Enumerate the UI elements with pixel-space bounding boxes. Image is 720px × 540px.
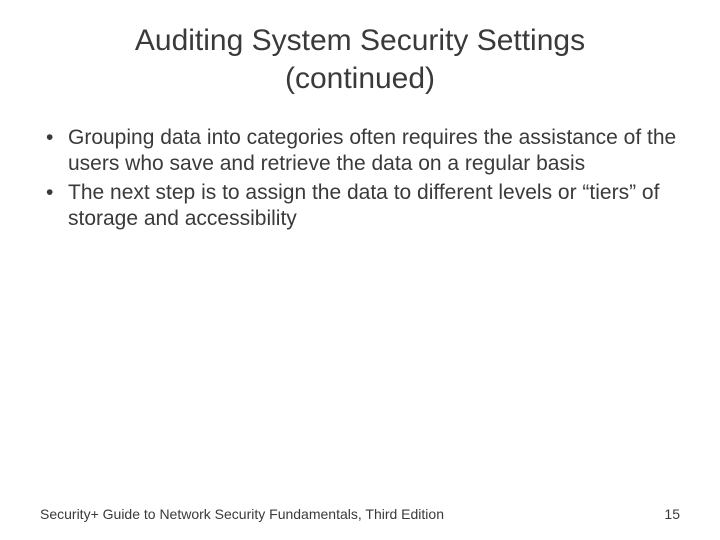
title-line-1: Auditing System Security Settings <box>0 22 720 60</box>
bullet-list: Grouping data into categories often requ… <box>40 125 680 232</box>
bullet-text: Grouping data into categories often requ… <box>68 126 676 175</box>
slide-footer: Security+ Guide to Network Security Fund… <box>40 506 680 522</box>
slide: Auditing System Security Settings (conti… <box>0 0 720 540</box>
title-line-2: (continued) <box>0 60 720 98</box>
slide-body: Grouping data into categories often requ… <box>0 97 720 232</box>
bullet-text: The next step is to assign the data to d… <box>68 181 659 230</box>
slide-title: Auditing System Security Settings (conti… <box>0 0 720 97</box>
page-number: 15 <box>664 506 680 522</box>
list-item: The next step is to assign the data to d… <box>40 180 680 233</box>
list-item: Grouping data into categories often requ… <box>40 125 680 178</box>
footer-source: Security+ Guide to Network Security Fund… <box>40 506 444 522</box>
